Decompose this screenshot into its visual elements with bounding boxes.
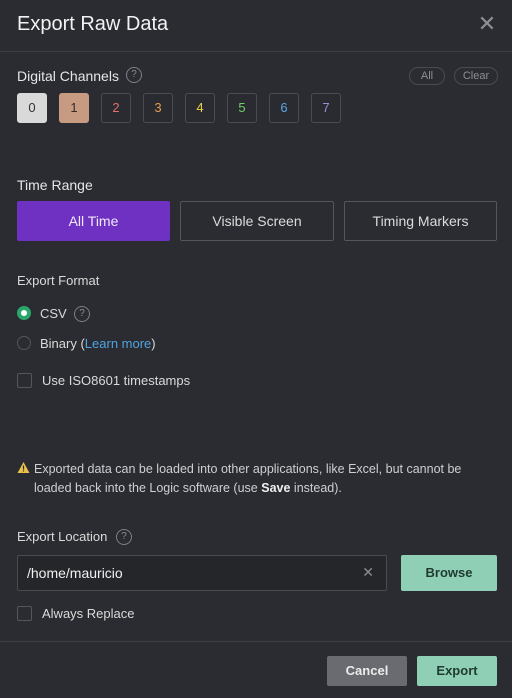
export-path-value[interactable]: /home/mauricio [27, 565, 123, 581]
channel-5-button[interactable]: 5 [227, 93, 257, 123]
export-path-field[interactable]: /home/mauricio ✕ [17, 555, 387, 591]
always-replace-label[interactable]: Always Replace [42, 606, 135, 621]
time-range-all-time[interactable]: All Time [17, 201, 170, 241]
binary-radio[interactable] [17, 336, 31, 350]
iso8601-label[interactable]: Use ISO8601 timestamps [42, 373, 190, 388]
select-all-button[interactable]: All [409, 67, 445, 85]
cancel-button[interactable]: Cancel [327, 656, 407, 686]
digital-channels-label: Digital Channels [17, 68, 119, 84]
binary-label-text: Binary ( [40, 336, 85, 351]
channel-2-button[interactable]: 2 [101, 93, 131, 123]
warning-line-2-suffix: instead). [290, 481, 342, 495]
footer-divider [0, 641, 512, 642]
channel-7-button[interactable]: 7 [311, 93, 341, 123]
warning-line-2-text: loaded back into the Logic software (use [34, 481, 262, 495]
warning-line-1: Exported data can be loaded into other a… [34, 462, 462, 476]
close-icon[interactable]: ✕ [477, 13, 497, 35]
digital-channels-help-icon[interactable]: ? [126, 67, 142, 83]
warning-text: Exported data can be loaded into other a… [34, 460, 504, 498]
time-range-timing-markers[interactable]: Timing Markers [344, 201, 497, 241]
channel-3-button[interactable]: 3 [143, 93, 173, 123]
clear-channels-button[interactable]: Clear [454, 67, 498, 85]
export-format-label: Export Format [17, 273, 100, 288]
warning-save-word: Save [261, 481, 291, 495]
export-button[interactable]: Export [417, 656, 497, 686]
export-location-help-icon[interactable]: ? [116, 529, 132, 545]
channel-1-button[interactable]: 1 [59, 93, 89, 123]
csv-radio[interactable] [17, 306, 31, 320]
time-range-visible-screen[interactable]: Visible Screen [180, 201, 334, 241]
csv-help-icon[interactable]: ? [74, 306, 90, 322]
header-divider [0, 51, 512, 52]
channel-4-button[interactable]: 4 [185, 93, 215, 123]
learn-more-link[interactable]: Learn more [85, 336, 151, 351]
clear-path-icon[interactable]: ✕ [362, 564, 374, 581]
time-range-label: Time Range [17, 177, 93, 193]
warning-icon [17, 461, 30, 474]
warning-line-2: loaded back into the Logic software (use… [34, 479, 504, 498]
browse-button[interactable]: Browse [401, 555, 497, 591]
binary-label-suffix: ) [151, 336, 156, 351]
export-location-label: Export Location [17, 529, 108, 544]
iso8601-checkbox[interactable] [17, 373, 32, 388]
channel-0-button[interactable]: 0 [17, 93, 47, 123]
binary-label[interactable]: Binary (Learn more) [40, 336, 156, 351]
channel-6-button[interactable]: 6 [269, 93, 299, 123]
dialog-title: Export Raw Data [17, 13, 169, 35]
always-replace-checkbox[interactable] [17, 606, 32, 621]
csv-label[interactable]: CSV [40, 306, 67, 321]
